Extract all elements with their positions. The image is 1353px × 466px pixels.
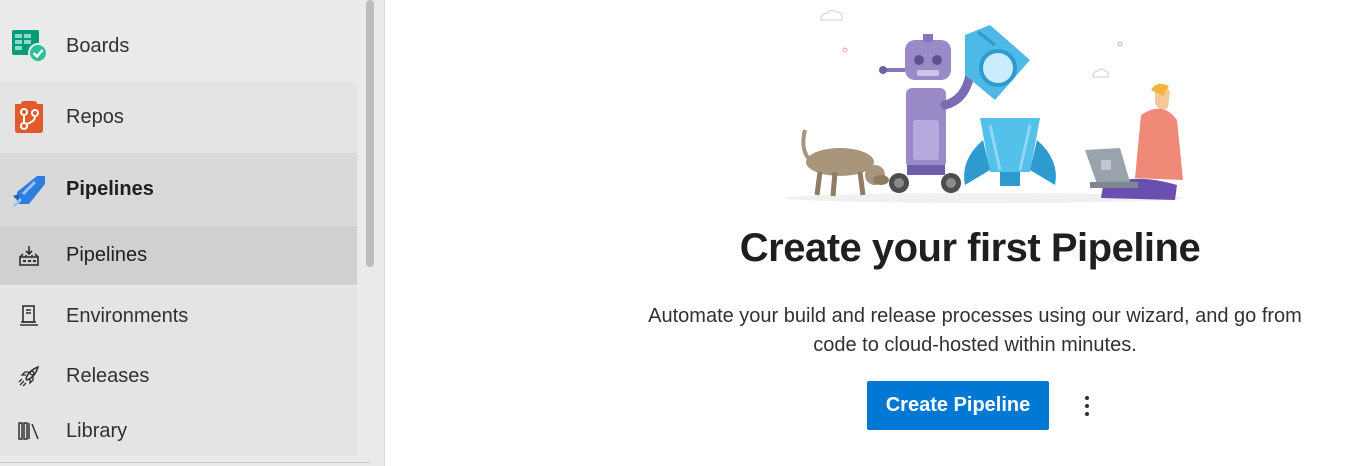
environments-icon: [18, 305, 40, 327]
sidebar-divider: [0, 462, 370, 463]
repos-icon: [11, 100, 47, 136]
sidebar-item-label: Environments: [66, 304, 189, 327]
pipelines-sub-icon: [18, 245, 40, 267]
pipelines-icon: [11, 172, 47, 208]
sidebar-item-label: Boards: [66, 34, 130, 57]
library-icon: [18, 420, 40, 442]
sidebar-item-label: Releases: [66, 364, 150, 387]
sidebar-item-label: Pipelines: [66, 178, 154, 200]
sidebar-item-label: Library: [66, 419, 128, 442]
page-title: Create your first Pipeline: [739, 226, 1201, 270]
more-vertical-icon: [1085, 396, 1089, 400]
sidebar-subitem-environments[interactable]: Environments: [0, 286, 357, 346]
releases-icon: [18, 365, 40, 387]
empty-state-description: Automate your build and release processe…: [615, 302, 1335, 360]
sidebar-item-label: Pipelines: [66, 244, 148, 266]
sidebar: Boards Repos Pipelines Pipelines Environ…: [0, 0, 385, 466]
description-line-1: Automate your build and release processe…: [648, 305, 1302, 327]
boards-icon: [11, 28, 48, 64]
sidebar-subitem-pipelines[interactable]: Pipelines: [0, 226, 357, 285]
empty-state-illustration: [785, 0, 1205, 205]
main-content: Create your first Pipeline Automate your…: [385, 0, 1353, 466]
sidebar-subitem-library[interactable]: Library: [0, 406, 357, 456]
create-pipeline-button[interactable]: Create Pipeline: [867, 381, 1049, 430]
sidebar-item-label: Repos: [66, 106, 124, 128]
sidebar-item-repos[interactable]: Repos: [0, 82, 357, 153]
sidebar-item-pipelines[interactable]: Pipelines: [0, 153, 357, 226]
description-line-2: code to cloud-hosted within minutes.: [813, 334, 1137, 356]
sidebar-item-boards[interactable]: Boards: [0, 10, 357, 82]
sidebar-subitem-releases[interactable]: Releases: [0, 346, 357, 406]
more-options-button[interactable]: [1073, 388, 1101, 424]
